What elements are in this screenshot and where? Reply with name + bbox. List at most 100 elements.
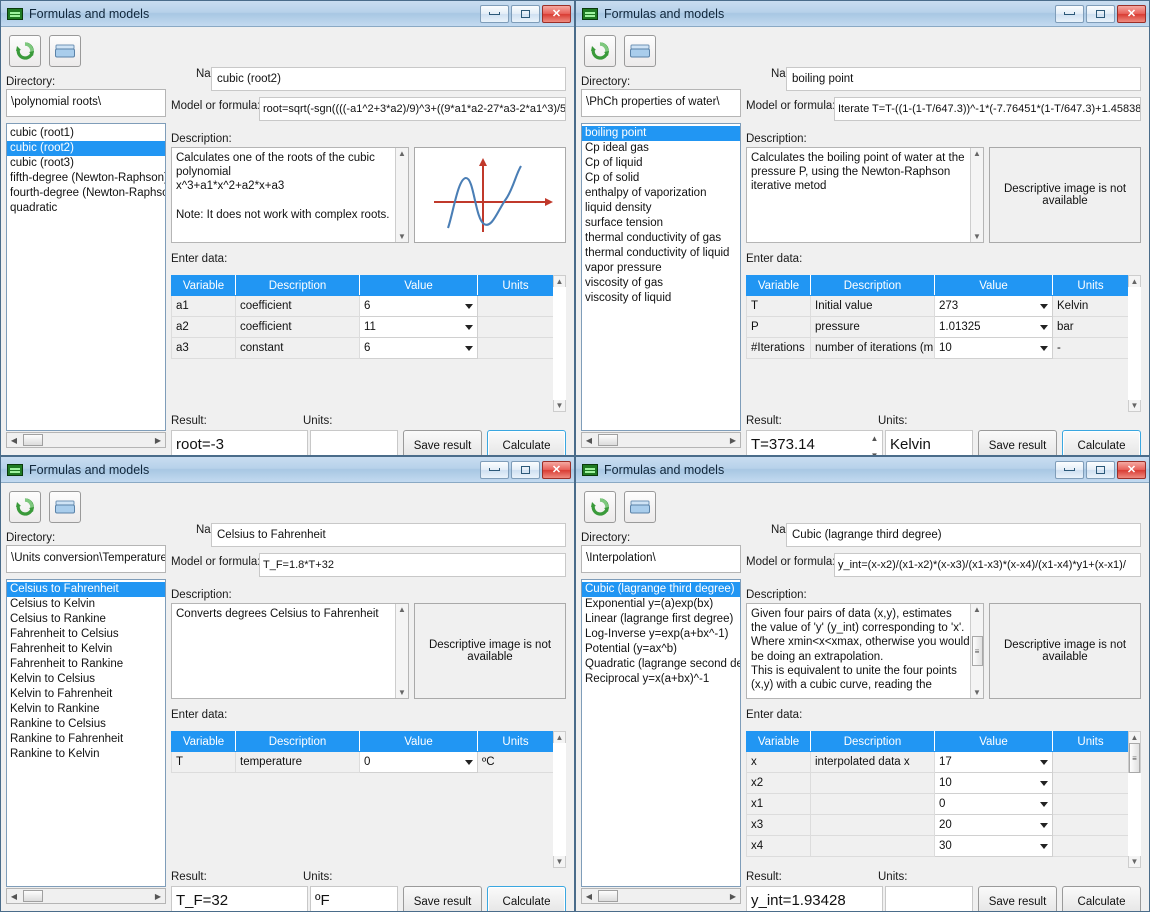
list-item[interactable]: thermal conductivity of liquid [582, 246, 740, 261]
list-item[interactable]: vapor pressure [582, 261, 740, 276]
list-item[interactable]: quadratic [7, 201, 165, 216]
list-item[interactable]: Rankine to Fahrenheit [7, 732, 165, 747]
scroll-up-arrow[interactable]: ▲ [973, 604, 981, 615]
list-item[interactable]: Cubic (lagrange third degree) [582, 582, 740, 597]
scroll-down-arrow[interactable]: ▼ [973, 687, 981, 698]
model-formula-field[interactable]: T_F=1.8*T+32 [259, 553, 566, 577]
refresh-button[interactable] [584, 491, 616, 523]
result-field[interactable]: T_F=32 [171, 886, 308, 911]
result-field[interactable]: T=373.14 ▲ ▼ [746, 430, 883, 455]
cell-value[interactable]: 30 [934, 835, 1053, 857]
list-horizontal-scrollbar[interactable]: ◀ ▶ [6, 432, 166, 448]
close-button[interactable]: ✕ [542, 4, 571, 23]
close-button[interactable]: ✕ [1117, 4, 1146, 23]
model-formula-field[interactable]: y_int=(x-x2)/(x1-x2)*(x-x3)/(x1-x3)*(x-x… [834, 553, 1141, 577]
scroll-thumb[interactable] [598, 890, 618, 902]
cell-value[interactable]: 6 [359, 337, 478, 359]
scroll-thumb[interactable] [23, 890, 43, 902]
open-folder-button[interactable] [624, 491, 656, 523]
list-horizontal-scrollbar[interactable]: ◀ ▶ [581, 888, 741, 904]
list-item[interactable]: Quadratic (lagrange second de [582, 657, 740, 672]
save-result-button[interactable]: Save result [978, 886, 1057, 911]
scroll-right-arrow[interactable]: ▶ [726, 436, 740, 445]
scroll-down-arrow[interactable]: ▼ [1131, 400, 1139, 411]
scroll-down-arrow[interactable]: ▼ [398, 231, 406, 242]
scroll-up-arrow[interactable]: ▲ [973, 148, 981, 159]
scroll-up-arrow[interactable]: ▲ [1131, 732, 1139, 743]
scroll-left-arrow[interactable]: ◀ [582, 436, 596, 445]
scroll-thumb[interactable]: ≡ [1129, 743, 1140, 773]
list-item[interactable]: liquid density [582, 201, 740, 216]
scroll-down-arrow[interactable]: ▼ [398, 687, 406, 698]
minimize-button[interactable] [1055, 4, 1084, 23]
maximize-button[interactable] [511, 4, 540, 23]
directory-field[interactable]: \PhCh properties of water\ [581, 89, 741, 117]
result-units-field[interactable]: Kelvin [885, 430, 973, 455]
list-item[interactable]: Potential (y=ax^b) [582, 642, 740, 657]
scroll-right-arrow[interactable]: ▶ [726, 892, 740, 901]
save-result-button[interactable]: Save result [403, 886, 482, 911]
cell-value[interactable]: 10 [934, 772, 1053, 794]
description-scrollbar[interactable]: ▲ ▼ [970, 148, 983, 242]
maximize-button[interactable] [1086, 460, 1115, 479]
result-units-field[interactable] [310, 430, 398, 455]
list-item[interactable]: Kelvin to Fahrenheit [7, 687, 165, 702]
refresh-button[interactable] [9, 35, 41, 67]
calculate-button[interactable]: Calculate [1062, 430, 1141, 455]
scroll-up-arrow[interactable]: ▲ [398, 148, 406, 159]
scroll-thumb[interactable]: ≡ [971, 636, 983, 666]
close-button[interactable]: ✕ [1117, 460, 1146, 479]
scroll-up-arrow[interactable]: ▲ [398, 604, 406, 615]
scroll-down-arrow[interactable]: ▼ [973, 231, 981, 242]
directory-field[interactable]: \Interpolation\ [581, 545, 741, 573]
cell-value[interactable]: 11 [359, 316, 478, 338]
description-box[interactable]: Converts degrees Celsius to Fahrenheit ▲ ▼ [171, 603, 409, 699]
scroll-down-arrow[interactable]: ▼ [556, 400, 564, 411]
calculate-button[interactable]: Calculate [487, 430, 566, 455]
cell-value[interactable]: 17 [934, 751, 1053, 773]
list-item[interactable]: fifth-degree (Newton-Raphson) [7, 171, 165, 186]
cell-value[interactable]: 10 [934, 337, 1053, 359]
list-item[interactable]: Celsius to Rankine [7, 612, 165, 627]
refresh-button[interactable] [584, 35, 616, 67]
cell-value[interactable]: 6 [359, 295, 478, 317]
maximize-button[interactable] [511, 460, 540, 479]
cell-value[interactable]: 20 [934, 814, 1053, 836]
list-item[interactable]: Log-Inverse y=exp(a+bx^-1) [582, 627, 740, 642]
list-item[interactable]: Kelvin to Rankine [7, 702, 165, 717]
directory-field[interactable]: \polynomial roots\ [6, 89, 166, 117]
directory-field[interactable]: \Units conversion\Temperature [6, 545, 166, 573]
data-table-scrollbar[interactable]: ▲ ▼ [553, 275, 566, 412]
list-item[interactable]: viscosity of gas [582, 276, 740, 291]
result-field[interactable]: y_int=1.93428 [746, 886, 883, 911]
description-scrollbar[interactable]: ▲ ▼ [395, 604, 408, 698]
open-folder-button[interactable] [49, 491, 81, 523]
save-result-button[interactable]: Save result [978, 430, 1057, 455]
open-folder-button[interactable] [624, 35, 656, 67]
result-spinner[interactable]: ▲ ▼ [869, 434, 880, 455]
scroll-down-arrow[interactable]: ▼ [1131, 856, 1139, 867]
minimize-button[interactable] [480, 4, 509, 23]
description-scrollbar[interactable]: ▲ ≡ ▼ [970, 604, 983, 698]
cell-value[interactable]: 0 [934, 793, 1053, 815]
list-item[interactable]: Rankine to Celsius [7, 717, 165, 732]
list-item[interactable]: cubic (root2) [7, 141, 165, 156]
list-item[interactable]: thermal conductivity of gas [582, 231, 740, 246]
list-item[interactable]: enthalpy of vaporization [582, 186, 740, 201]
formula-list[interactable]: boiling point Cp ideal gas Cp of liquid Cp … [581, 123, 741, 431]
save-result-button[interactable]: Save result [403, 430, 482, 455]
result-units-field[interactable]: ºF [310, 886, 398, 911]
cell-value[interactable]: 1.01325 [934, 316, 1053, 338]
result-field[interactable]: root=-3 [171, 430, 308, 455]
formula-list[interactable]: Celsius to Fahrenheit Celsius to Kelvin Ce… [6, 579, 166, 887]
list-horizontal-scrollbar[interactable]: ◀ ▶ [581, 432, 741, 448]
minimize-button[interactable] [480, 460, 509, 479]
list-item[interactable]: surface tension [582, 216, 740, 231]
maximize-button[interactable] [1086, 4, 1115, 23]
list-item[interactable]: Kelvin to Celsius [7, 672, 165, 687]
scroll-up-arrow[interactable]: ▲ [1131, 276, 1139, 287]
refresh-button[interactable] [9, 491, 41, 523]
minimize-button[interactable] [1055, 460, 1084, 479]
open-folder-button[interactable] [49, 35, 81, 67]
list-item[interactable]: Cp of liquid [582, 156, 740, 171]
